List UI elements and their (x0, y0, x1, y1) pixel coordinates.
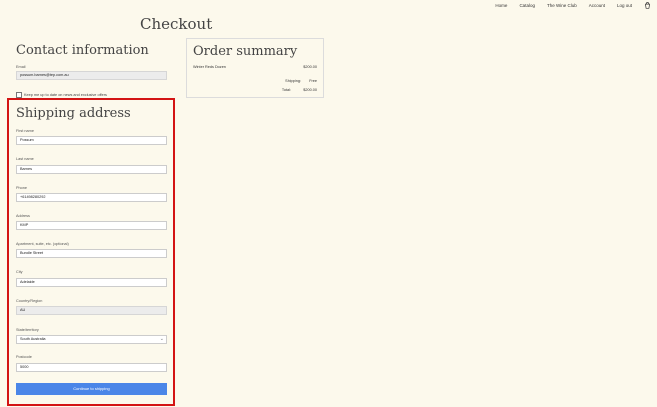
summary-item-price: $200.00 (303, 65, 317, 69)
phone-label: Phone (16, 186, 27, 190)
country-label: Country/Region (16, 299, 43, 303)
last-name-field[interactable]: Barnes (16, 165, 167, 174)
state-label: State/territory (16, 328, 39, 332)
state-value: South Australia (20, 337, 46, 341)
apartment-label: Apartment, suite, etc. (optional) (16, 242, 69, 246)
nav-catalog[interactable]: Catalog (519, 3, 535, 8)
nav-account[interactable]: Account (589, 3, 605, 8)
email-field[interactable]: possum.barnes@tep.com.au (16, 71, 167, 80)
page-title: Checkout (140, 15, 213, 33)
nav-home[interactable]: Home (495, 3, 507, 8)
postcode-label: Postcode (16, 355, 32, 359)
country-field[interactable]: AU (16, 306, 167, 315)
top-nav: Home Catalog The Wine Club Account Log o… (495, 2, 651, 9)
summary-shipping-label: Shipping: (285, 79, 301, 83)
summary-item-name: Winter Reds Dozen (193, 65, 226, 69)
cart-icon[interactable] (644, 2, 651, 9)
summary-total-value: $200.00 (303, 88, 317, 92)
chevron-down-icon: ⌄ (159, 336, 164, 342)
summary-shipping-value: Free (309, 79, 317, 83)
first-name-label: First name (16, 129, 34, 133)
first-name-field[interactable]: Possum (16, 136, 167, 145)
nav-wine-club[interactable]: The Wine Club (547, 3, 577, 8)
summary-total-label: Total: (281, 88, 291, 92)
apartment-field[interactable]: Bundle Street (16, 249, 167, 258)
last-name-label: Last name (16, 157, 34, 161)
newsletter-label: Keep me up to date on news and exclusive… (24, 93, 107, 97)
order-summary-panel: Order summary Winter Reds Dozen $200.00 … (186, 38, 324, 98)
city-label: City (16, 270, 23, 274)
phone-field[interactable]: +61498280292 (16, 193, 167, 202)
state-select[interactable]: South Australia ⌄ (16, 335, 167, 344)
email-label: Email (16, 65, 26, 69)
shipping-heading: Shipping address (16, 106, 131, 121)
contact-heading: Contact information (16, 43, 149, 58)
postcode-field[interactable]: 5000 (16, 363, 167, 372)
continue-to-shipping-button[interactable]: Continue to shipping (16, 383, 167, 395)
address-label: Address (16, 214, 30, 218)
nav-log-out[interactable]: Log out (617, 3, 632, 8)
address-field[interactable]: KMP (16, 221, 167, 230)
city-field[interactable]: Adelaide (16, 278, 167, 287)
order-summary-heading: Order summary (193, 44, 298, 59)
